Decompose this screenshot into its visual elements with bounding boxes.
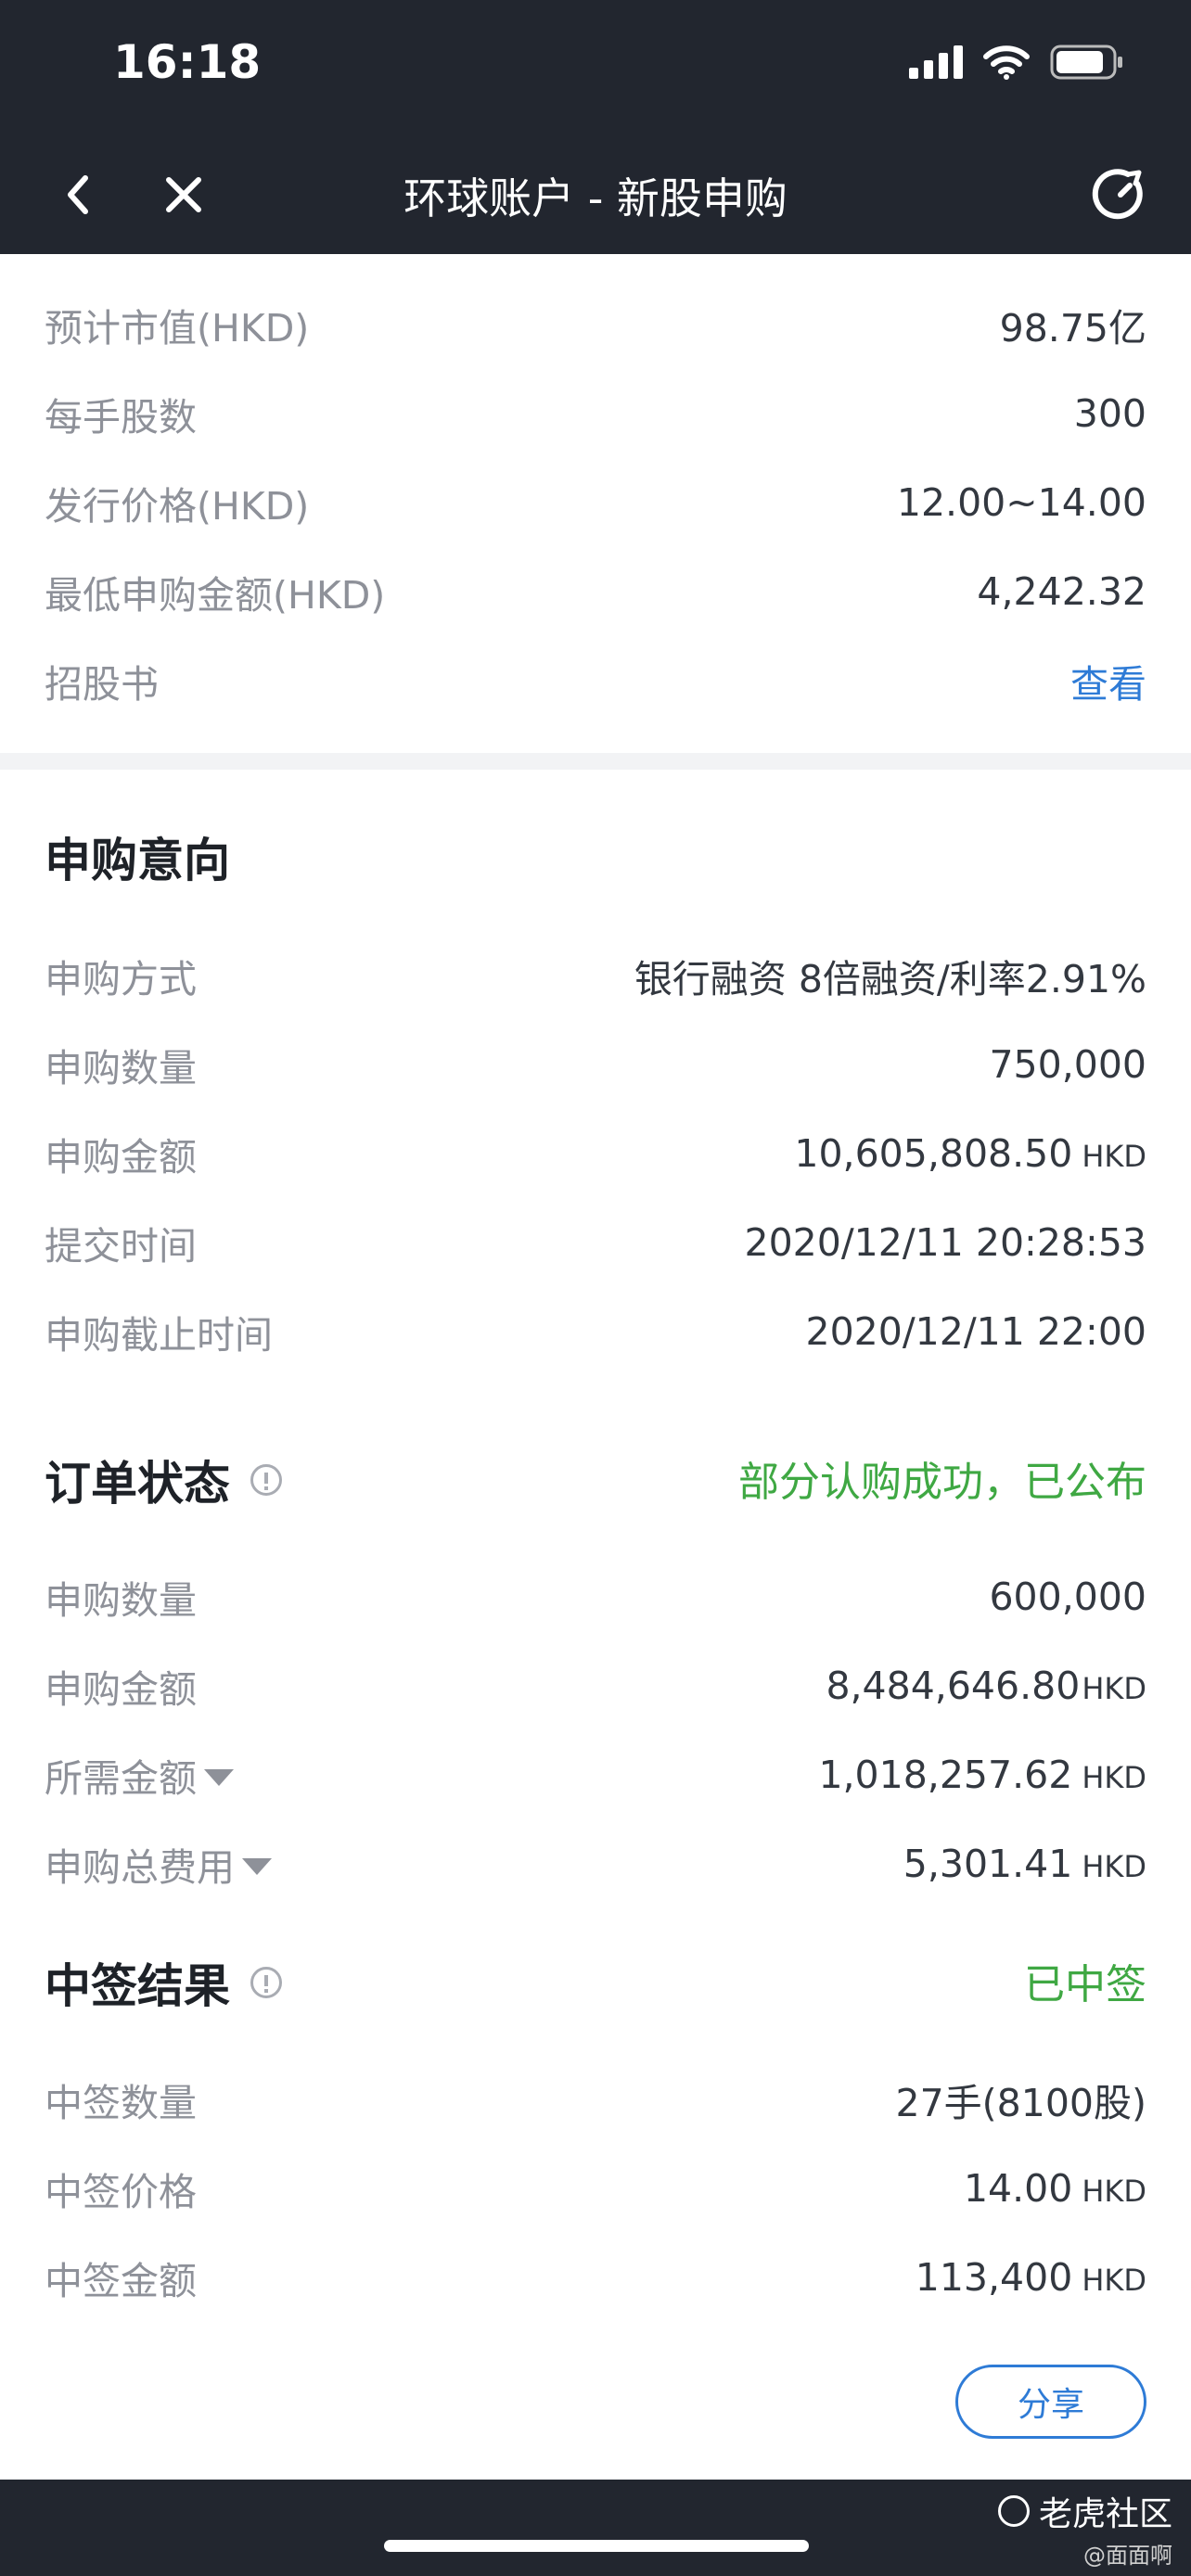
row-value: 10,605,808.50: [794, 1131, 1073, 1176]
row-label: 预计市值(HKD): [45, 306, 310, 351]
info-row-lot-size: 每手股数 300: [0, 369, 1191, 458]
row-unit: HKD: [1082, 2263, 1146, 2298]
row-value: 113,400: [915, 2255, 1073, 2300]
row-label: 中签数量: [45, 2081, 197, 2125]
row-label: 申购金额: [45, 1667, 197, 1712]
result-status-text: 已中签: [1024, 1961, 1146, 2009]
row-label: 申购截止时间: [45, 1313, 273, 1358]
info-icon[interactable]: [250, 1464, 282, 1496]
nav-bar: 环球账户 - 新股申购: [0, 137, 1191, 254]
row-label-text: 所需金额: [45, 1756, 197, 1801]
row-unit: HKD: [1082, 1849, 1146, 1884]
row-label: 申购方式: [45, 957, 197, 1001]
intent-row-method: 申购方式 银行融资 8倍融资/利率2.91%: [0, 931, 1191, 1020]
result-row-amount: 中签金额 113,400 HKD: [0, 2233, 1191, 2322]
row-label: 中签价格: [45, 2170, 197, 2214]
row-label: 招股书: [45, 662, 159, 707]
row-value: 2020/12/11 20:28:53: [744, 1220, 1146, 1265]
result-section-title: 中签结果: [45, 1949, 282, 2016]
row-label-text: 申购总费用: [45, 1845, 235, 1890]
intent-row-amount: 申购金额 10,605,808.50 HKD: [0, 1109, 1191, 1198]
row-value: 27手(8100股): [895, 2081, 1146, 2125]
row-label: 所需金额: [45, 1747, 234, 1803]
row-label: 申购数量: [45, 1046, 197, 1090]
intent-list: 申购方式 银行融资 8倍融资/利率2.91% 申购数量 750,000 申购金额…: [0, 931, 1191, 1376]
section-title-text: 中签结果: [45, 1959, 230, 2013]
result-row-quantity: 中签数量 27手(8100股): [0, 2055, 1191, 2144]
row-label: 申购数量: [45, 1578, 197, 1623]
row-value: 5,301.41: [903, 1842, 1073, 1886]
expand-caret-icon[interactable]: [242, 1858, 272, 1875]
row-value: 14.00: [963, 2166, 1073, 2211]
cellular-signal-icon: [909, 45, 963, 79]
row-value: 2020/12/11 22:00: [805, 1309, 1147, 1354]
watermark-logo: 老虎社区: [997, 2487, 1172, 2535]
wifi-icon: [983, 45, 1030, 80]
order-status-text: 部分认购成功，已公布: [738, 1459, 1146, 1506]
info-row-issue-price: 发行价格(HKD) 12.00~14.00: [0, 458, 1191, 547]
status-bar: 16:18: [0, 0, 1191, 137]
section-title-text: 订单状态: [45, 1457, 230, 1511]
row-label: 中签金额: [45, 2259, 197, 2303]
view-prospectus-link[interactable]: 查看: [1070, 653, 1146, 708]
intent-row-submit-time: 提交时间 2020/12/11 20:28:53: [0, 1198, 1191, 1287]
row-unit: HKD: [1082, 1671, 1146, 1706]
refresh-icon[interactable]: [1091, 165, 1150, 224]
row-label: 最低申购金额(HKD): [45, 573, 386, 618]
order-row-quantity: 申购数量 600,000: [0, 1552, 1191, 1641]
page-title: 环球账户 - 新股申购: [403, 173, 788, 223]
watermark-user: @面面啊: [1083, 2543, 1172, 2569]
battery-icon: [1050, 45, 1122, 80]
intent-section-title: 申购意向: [45, 823, 230, 890]
intent-row-quantity: 申购数量 750,000: [0, 1020, 1191, 1109]
row-value: 98.75亿: [999, 306, 1146, 351]
info-row-prospectus: 招股书 查看: [0, 636, 1191, 725]
row-label: 提交时间: [45, 1224, 197, 1269]
row-label: 发行价格(HKD): [45, 484, 310, 529]
row-value: 4,242.32: [977, 569, 1146, 614]
row-value: 1,018,257.62: [818, 1753, 1073, 1797]
row-label: 申购总费用: [45, 1836, 272, 1892]
row-label: 申购金额: [45, 1135, 197, 1180]
stock-info-list: 预计市值(HKD) 98.75亿 每手股数 300 发行价格(HKD) 12.0…: [0, 280, 1191, 725]
info-row-min-amount: 最低申购金额(HKD) 4,242.32: [0, 547, 1191, 636]
row-unit: HKD: [1082, 2174, 1146, 2209]
row-value: 8,484,646.80: [826, 1664, 1081, 1708]
share-button[interactable]: 分享: [955, 2365, 1146, 2439]
order-row-total-fee[interactable]: 申购总费用 5,301.41 HKD: [0, 1819, 1191, 1908]
expand-caret-icon[interactable]: [204, 1769, 234, 1786]
section-divider: [0, 753, 1191, 770]
watermark: 老虎社区 @面面啊: [997, 2487, 1172, 2570]
info-row-market-value: 预计市值(HKD) 98.75亿: [0, 280, 1191, 369]
order-list: 申购数量 600,000 申购金额 8,484,646.80HKD 所需金额 1…: [0, 1552, 1191, 1908]
order-row-required-amount[interactable]: 所需金额 1,018,257.62 HKD: [0, 1730, 1191, 1819]
order-section-title: 订单状态: [45, 1447, 282, 1513]
row-value: 银行融资 8倍融资/利率2.91%: [634, 957, 1146, 1001]
result-row-price: 中签价格 14.00 HKD: [0, 2144, 1191, 2233]
row-value: 750,000: [989, 1042, 1146, 1087]
order-row-amount: 申购金额 8,484,646.80HKD: [0, 1641, 1191, 1730]
info-icon[interactable]: [250, 1967, 282, 1998]
tiger-logo-icon: [997, 2495, 1030, 2527]
home-indicator[interactable]: [384, 2540, 809, 2552]
status-time: 16:18: [113, 35, 262, 89]
row-value: 600,000: [989, 1575, 1146, 1619]
section-title-text: 申购意向: [45, 834, 230, 887]
row-value: 12.00~14.00: [896, 480, 1146, 525]
row-value: 300: [1073, 391, 1146, 436]
row-unit: HKD: [1082, 1139, 1146, 1174]
intent-row-deadline: 申购截止时间 2020/12/11 22:00: [0, 1287, 1191, 1376]
watermark-brand: 老虎社区: [1038, 2495, 1172, 2533]
result-list: 中签数量 27手(8100股) 中签价格 14.00 HKD 中签金额 113,4…: [0, 2055, 1191, 2322]
row-label: 每手股数: [45, 395, 197, 440]
row-unit: HKD: [1082, 1760, 1146, 1795]
